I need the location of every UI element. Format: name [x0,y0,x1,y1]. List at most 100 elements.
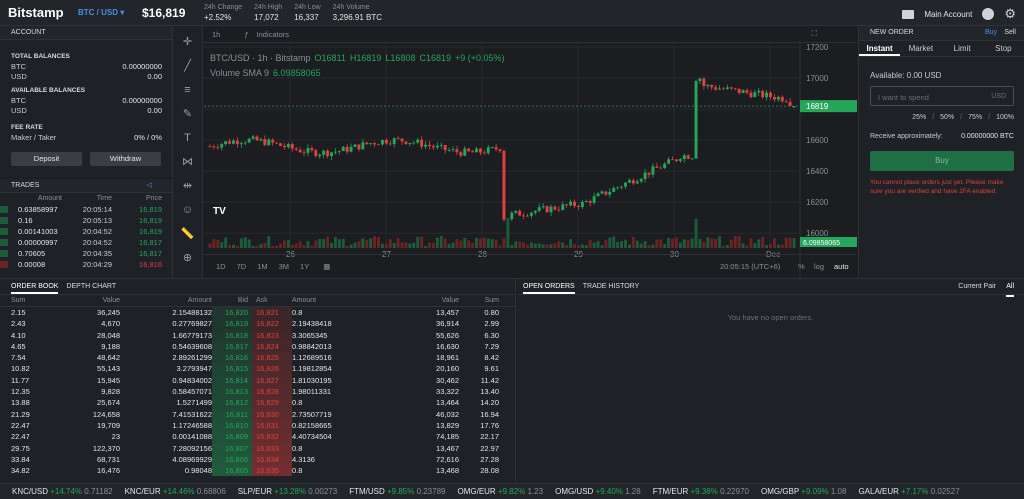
ob-tab-1[interactable]: DEPTH CHART [66,279,116,294]
ticker-price: 0.23789 [416,487,446,496]
trendline-icon[interactable]: ╱ [180,58,196,74]
candle-body [772,97,776,100]
ohlc-high: H16819 [349,53,382,63]
speaker-icon[interactable]: ◁ [147,179,152,193]
candle-body [279,143,282,146]
percent-25[interactable]: 25% [912,114,926,121]
candle-body [510,212,514,220]
ohlc-change: +9 (+0.05%) [455,53,505,63]
fib-icon[interactable]: ≡ [180,82,196,98]
ticker-item[interactable]: SLP/EUR +13.28% 0.00273 [238,487,337,496]
withdraw-button[interactable]: Withdraw [90,152,161,166]
ob-cell: 16,821 [252,307,292,319]
oo-tab-0[interactable]: OPEN ORDERS [523,279,575,294]
calendar-icon[interactable]: ▦ [323,262,330,271]
candle-body [220,144,224,148]
volume-bar [533,243,537,248]
fullscreen-icon[interactable]: ⛶ [812,29,817,39]
ticker-item[interactable]: OMG/USD +9.40% 1.28 [555,487,641,496]
ticker-price: 0.71182 [84,487,113,496]
sell-toggle[interactable]: Sell [1004,26,1016,40]
price-chart[interactable]: 1h ƒ Indicators ⛶ 1720017000168001660016… [204,26,857,278]
candle-body [259,139,263,141]
trade-amount: 0.00000997 [18,238,58,247]
ticker-item[interactable]: OMG/EUR +9.82% 1.23 [457,487,543,496]
interval-selector[interactable]: 1h [212,30,220,39]
percent-50[interactable]: 50% [940,114,954,121]
text-icon[interactable]: T [180,130,196,146]
ob-cell: 2.15488132 [172,308,212,317]
percent-toggle[interactable]: % [798,262,805,271]
ticker-item[interactable]: KNC/EUR +14.46% 0.68806 [125,487,226,496]
volume-bar [498,245,502,248]
indicators-icon[interactable]: ƒ [244,30,248,39]
ticker-item[interactable]: GALA/EUR +7.17% 0.02527 [858,487,959,496]
order-tab-stop[interactable]: Stop [983,41,1024,56]
ticker-item[interactable]: OMG/GBP +9.09% 1.08 [761,487,846,496]
crosshair-icon[interactable]: ✛ [180,34,196,50]
brush-icon[interactable]: ✎ [180,106,196,122]
ob-cell: 2.99 [484,319,499,329]
candle-body [588,201,592,203]
range-7d[interactable]: 7D [237,262,247,271]
candle-body [698,78,702,82]
ruler-icon[interactable]: 📏 [180,226,196,242]
ob-cell: 16,812 [212,397,252,409]
candle-body [455,149,459,153]
indicators-button[interactable]: Indicators [257,30,290,39]
percent-100[interactable]: 100% [996,114,1014,121]
measure-icon[interactable]: ⇹ [180,178,196,194]
order-tab-limit[interactable]: Limit [942,41,983,56]
emoji-icon[interactable]: ☺ [180,202,196,218]
ob-cell: 4.40734504 [292,432,332,442]
volume-bar [757,239,761,248]
log-toggle[interactable]: log [814,262,824,271]
range-1m[interactable]: 1M [257,262,267,271]
deposit-button[interactable]: Deposit [11,152,82,166]
volume-bar [416,236,420,248]
spend-input[interactable]: I want to spend USD [870,86,1014,106]
ob-tab-0[interactable]: ORDER BOOK [11,279,59,294]
stat-1: 24h High 17,072 [254,3,282,23]
oo-tab-1[interactable]: TRADE HISTORY [583,279,640,294]
chart-time: 20:05:15 (UTC+6) [720,262,781,271]
volume-bar [510,244,514,248]
candle-body [580,201,584,207]
candle-body [349,146,353,152]
range-3m[interactable]: 3M [279,262,289,271]
order-tab-market[interactable]: Market [900,41,941,56]
zoom-icon[interactable]: ⊕ [180,250,196,266]
ticker-item[interactable]: FTM/USD +9.85% 0.23789 [349,487,445,496]
candle-body [345,146,349,152]
buy-toggle[interactable]: Buy [985,26,997,40]
volume-bar [396,238,400,248]
ticker-item[interactable]: KNC/USD +14.74% 0.71182 [12,487,113,496]
candle-body [655,166,659,168]
wallet-icon[interactable] [902,9,915,19]
balance-currency: USD [11,106,27,115]
candle-body [686,155,690,159]
trade-marker [0,217,8,224]
auto-toggle[interactable]: auto [834,262,849,271]
range-1y[interactable]: 1Y [300,262,309,271]
main-account-link[interactable]: Main Account [924,10,972,19]
ob-cell: 18,961 [436,353,459,363]
candle-body [263,139,267,146]
buy-button[interactable]: Buy [870,151,1014,171]
pair-selector[interactable]: BTC / USD ▾ [78,8,142,17]
user-icon[interactable] [982,8,995,20]
logo[interactable]: Bitstamp [8,5,72,20]
order-tab-instant[interactable]: Instant [859,41,901,56]
candle-body [357,144,361,150]
percent-75[interactable]: 75% [968,114,982,121]
receive-value: 0.00000000 BTC [961,133,1014,140]
filter-all[interactable]: All [1006,279,1014,297]
candle-body [373,143,377,145]
no-orders-text: You have no open orders. [727,313,814,322]
filter-current-pair[interactable]: Current Pair [958,279,996,295]
pattern-icon[interactable]: ⋈ [180,154,196,170]
range-1d[interactable]: 1D [216,262,226,271]
gear-icon[interactable]: ⚙ [1004,6,1016,22]
ticker-item[interactable]: FTM/EUR +9.38% 0.22970 [653,487,749,496]
candle-body [522,215,526,217]
